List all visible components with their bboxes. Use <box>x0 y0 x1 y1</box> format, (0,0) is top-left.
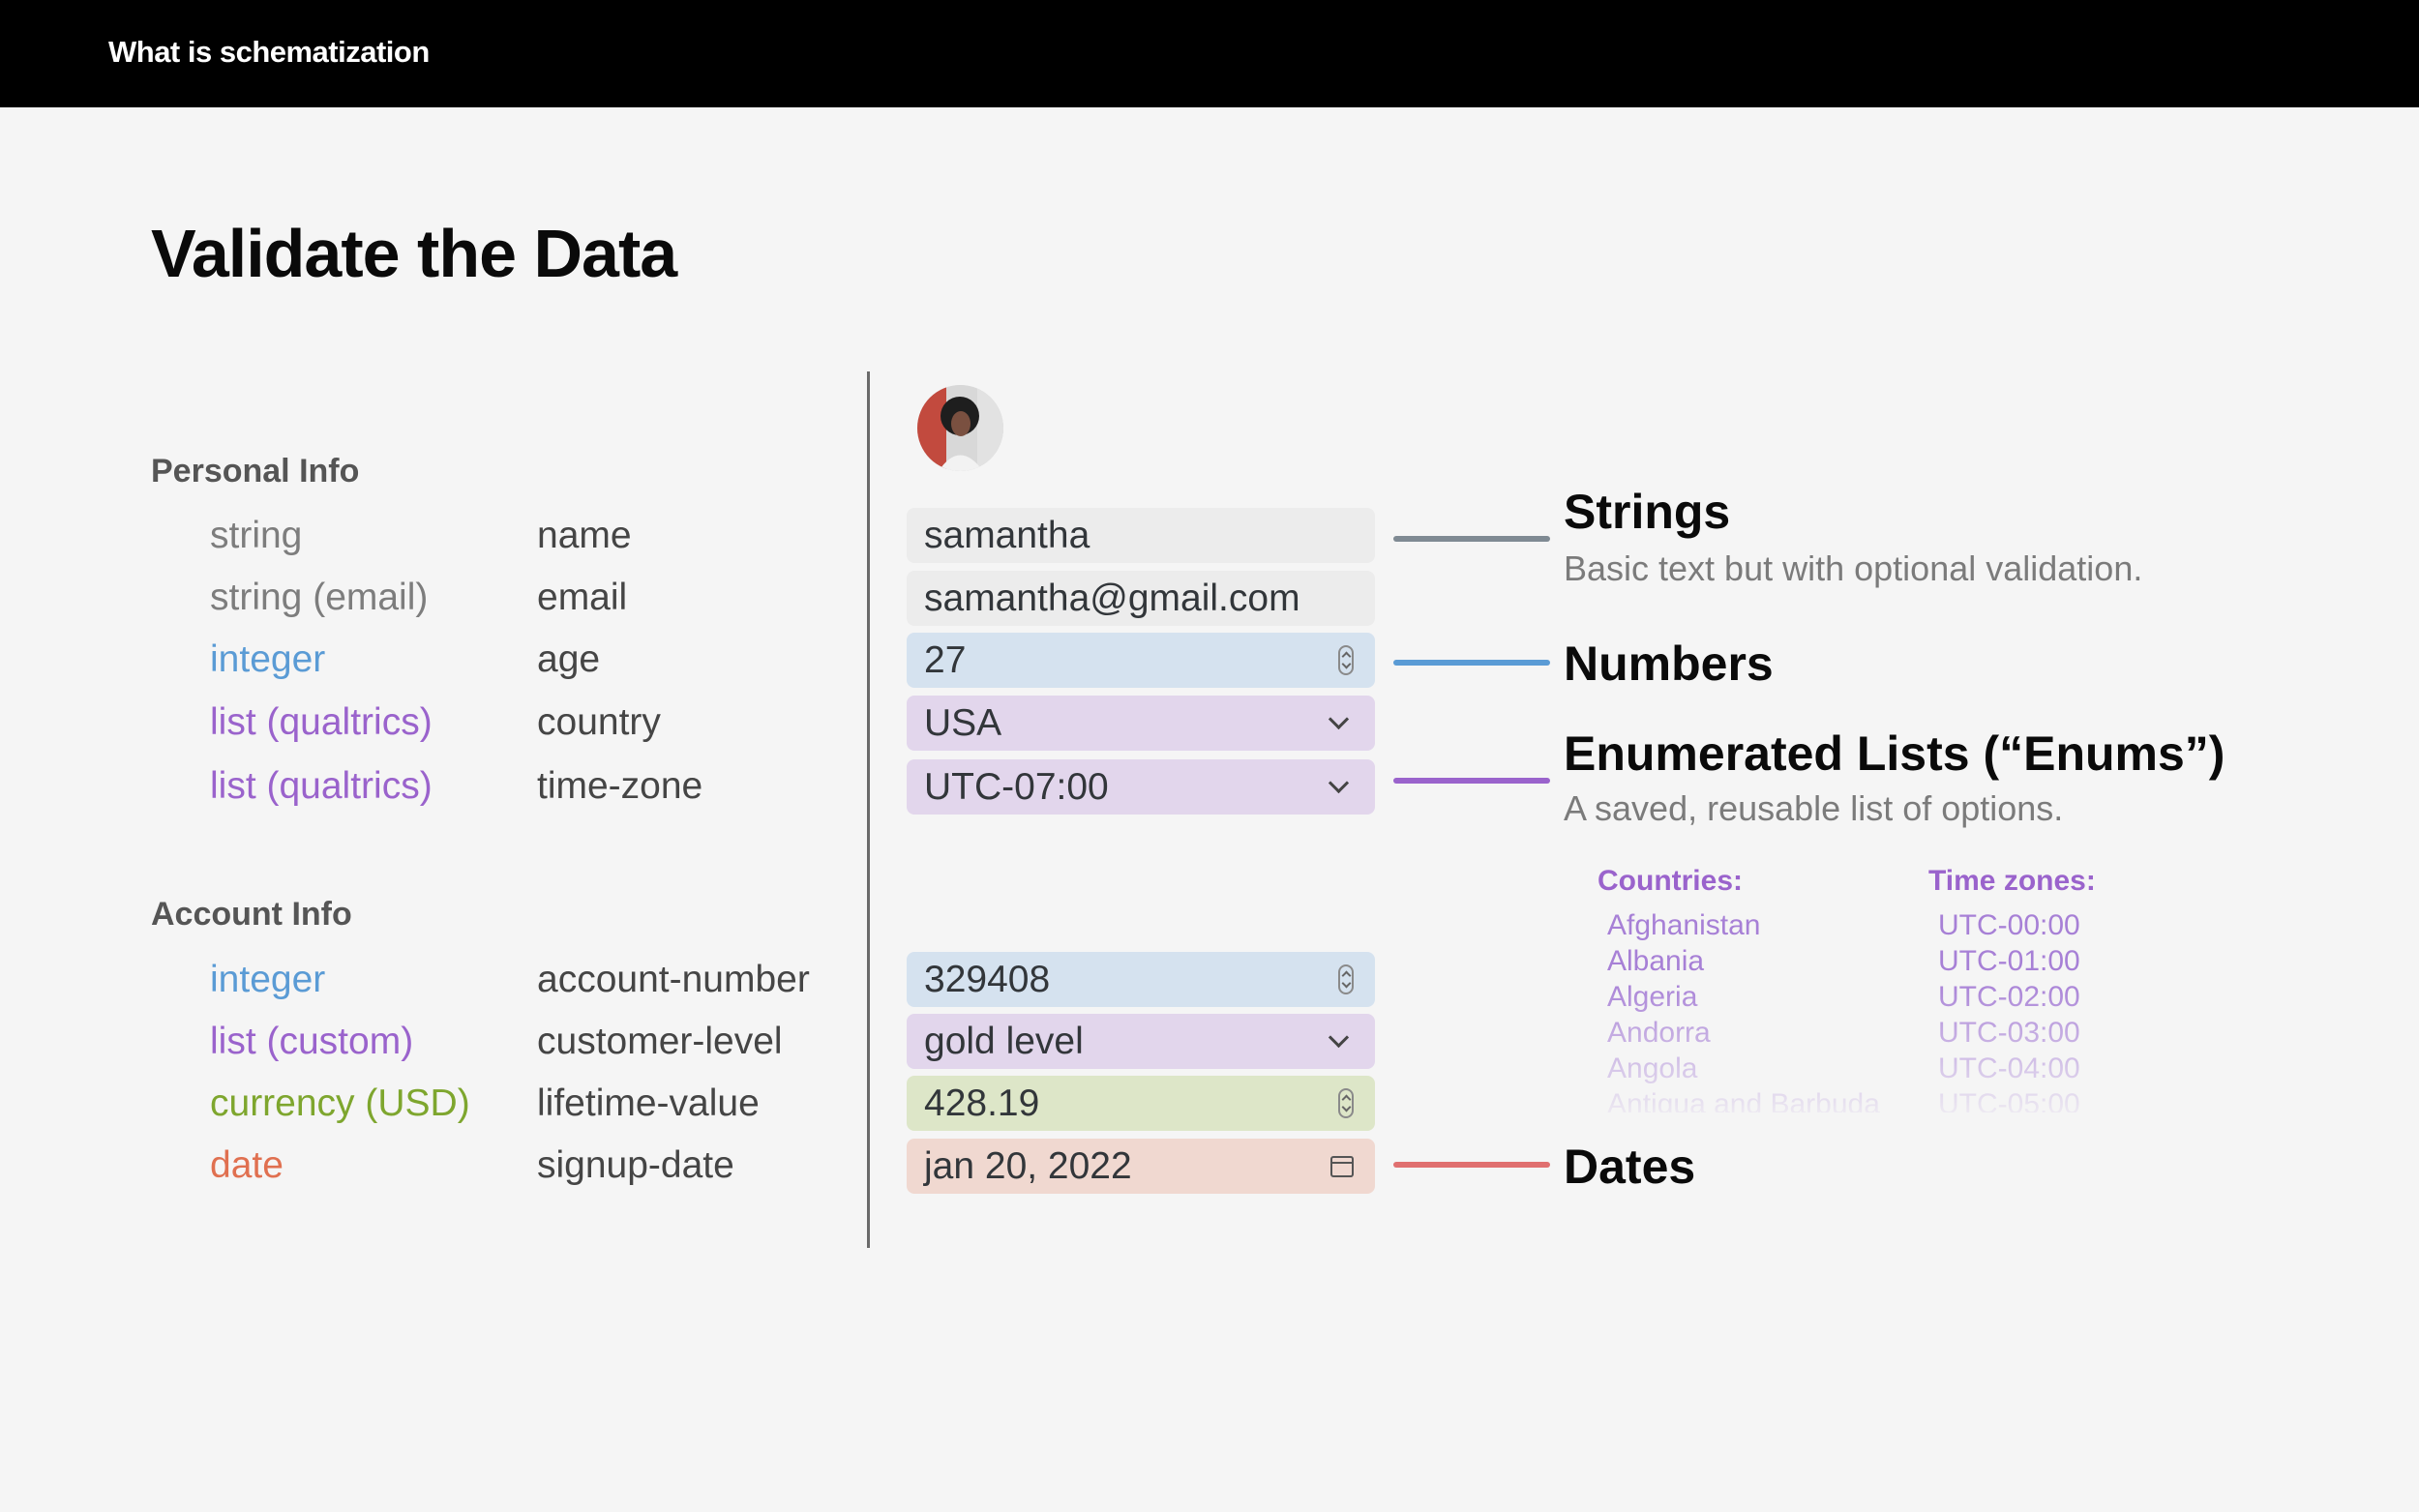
field-value: samantha@gmail.com <box>924 578 1300 619</box>
list-item: Andorra <box>1607 1017 1711 1049</box>
field-value: samantha <box>924 515 1090 556</box>
page-title: Validate the Data <box>151 216 677 291</box>
list-item: UTC-03:00 <box>1938 1017 2080 1049</box>
avatar <box>917 385 1003 471</box>
age-input[interactable]: 27 <box>907 633 1375 688</box>
field-name-label: email <box>537 577 628 618</box>
chevron-down-icon[interactable] <box>1328 1026 1350 1049</box>
field-value: gold level <box>924 1021 1084 1062</box>
enums-connector <box>1393 778 1550 784</box>
list-item: UTC-01:00 <box>1938 945 2080 977</box>
type-label: string (email) <box>210 577 429 618</box>
field-value: jan 20, 2022 <box>924 1145 1132 1187</box>
timezones-list: UTC-00:00 UTC-01:00 UTC-02:00 UTC-03:00 … <box>1938 907 2080 1112</box>
list-item: UTC-05:00 <box>1938 1088 2080 1112</box>
list-item: Afghanistan <box>1607 909 1761 941</box>
stepper-icon[interactable] <box>1338 645 1354 675</box>
list-item: UTC-00:00 <box>1938 909 2080 941</box>
lifetime-value-input[interactable]: 428.19 <box>907 1076 1375 1131</box>
field-value: 428.19 <box>924 1082 1040 1124</box>
email-input[interactable]: samantha@gmail.com <box>907 571 1375 626</box>
strings-title: Strings <box>1564 485 1731 539</box>
signup-date-picker[interactable]: jan 20, 2022 <box>907 1139 1375 1194</box>
stepper-icon[interactable] <box>1338 1088 1354 1118</box>
enums-desc: A saved, reusable list of options. <box>1564 788 2064 828</box>
list-item: Angola <box>1607 1052 1698 1084</box>
list-item: Antigua and Barbuda <box>1607 1088 1880 1112</box>
country-select[interactable]: USA <box>907 696 1375 751</box>
section-title-personal: Personal Info <box>151 453 360 489</box>
account-number-input[interactable]: 329408 <box>907 952 1375 1007</box>
numbers-title: Numbers <box>1564 637 1774 691</box>
type-label: list (qualtrics) <box>210 765 433 807</box>
field-value: 27 <box>924 639 967 681</box>
field-name-label: time-zone <box>537 765 703 807</box>
field-name-label: lifetime-value <box>537 1082 760 1124</box>
type-label: string <box>210 515 303 556</box>
type-label: integer <box>210 959 326 1000</box>
type-label: date <box>210 1144 284 1186</box>
dates-title: Dates <box>1564 1140 1696 1194</box>
countries-list: Afghanistan Albania Algeria Andorra Ango… <box>1607 907 1880 1112</box>
stepper-icon[interactable] <box>1338 964 1354 994</box>
field-name-label: name <box>537 515 632 556</box>
type-label: currency (USD) <box>210 1082 470 1124</box>
list-item: UTC-02:00 <box>1938 981 2080 1013</box>
top-bar: What is schematization <box>0 0 2419 107</box>
type-label: list (qualtrics) <box>210 701 433 743</box>
field-value: 329408 <box>924 959 1051 1000</box>
field-value: UTC-07:00 <box>924 766 1109 808</box>
section-title-account: Account Info <box>151 896 352 933</box>
calendar-icon[interactable] <box>1330 1156 1354 1177</box>
chevron-down-icon[interactable] <box>1328 708 1350 730</box>
time-zone-select[interactable]: UTC-07:00 <box>907 759 1375 815</box>
countries-list-title: Countries: <box>1598 865 1743 897</box>
field-name-label: country <box>537 701 661 743</box>
numbers-connector <box>1393 660 1550 666</box>
type-label: integer <box>210 638 326 680</box>
enums-title: Enumerated Lists (“Enums”) <box>1564 726 2225 781</box>
list-item: Albania <box>1607 945 1705 977</box>
strings-connector <box>1393 536 1550 542</box>
list-item: UTC-04:00 <box>1938 1052 2080 1084</box>
field-name-label: customer-level <box>537 1021 783 1062</box>
field-name-label: account-number <box>537 959 810 1000</box>
list-item: Algeria <box>1607 981 1698 1013</box>
chevron-down-icon[interactable] <box>1328 772 1350 794</box>
vertical-divider <box>867 371 870 1248</box>
customer-level-select[interactable]: gold level <box>907 1014 1375 1069</box>
strings-desc: Basic text but with optional validation. <box>1564 548 2143 588</box>
timezones-list-title: Time zones: <box>1928 865 2096 897</box>
field-value: USA <box>924 702 1002 744</box>
name-input[interactable]: samantha <box>907 508 1375 563</box>
header-title: What is schematization <box>108 35 430 69</box>
dates-connector <box>1393 1162 1550 1168</box>
type-label: list (custom) <box>210 1021 414 1062</box>
field-name-label: signup-date <box>537 1144 734 1186</box>
field-name-label: age <box>537 638 601 680</box>
